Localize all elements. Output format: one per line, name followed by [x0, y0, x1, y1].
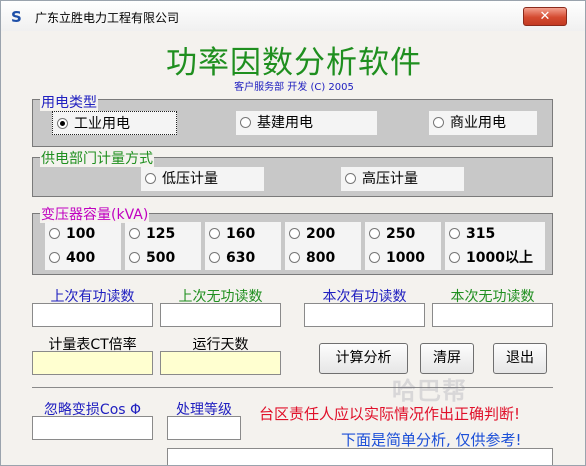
radio-usage-commercial[interactable]: 商业用电	[429, 111, 537, 135]
calculate-button[interactable]: 计算分析	[319, 343, 408, 374]
radio-capacity-250[interactable]: 250	[365, 222, 441, 246]
app-window: S 广东立胜电力工程有限公司 ✕ 功率因数分析软件 客户服务部 开发 (C) 2…	[0, 0, 586, 466]
radio-unchecked-icon	[449, 227, 460, 239]
radio-unchecked-icon	[129, 251, 140, 263]
radio-capacity-100[interactable]: 100	[45, 222, 121, 246]
radio-unchecked-icon	[240, 116, 251, 128]
radio-unchecked-icon	[369, 227, 380, 239]
radio-capacity-400[interactable]: 400	[45, 246, 121, 270]
current-reactive-input[interactable]	[432, 303, 553, 327]
usage-type-label: 用电类型	[40, 95, 98, 111]
radio-unchecked-icon	[369, 251, 380, 263]
radio-usage-construction[interactable]: 基建用电	[236, 111, 377, 135]
divider	[32, 387, 553, 388]
radio-checked-icon	[57, 117, 68, 129]
last-reactive-input[interactable]	[160, 303, 281, 327]
radio-capacity-1000[interactable]: 1000	[365, 246, 441, 270]
radio-unchecked-icon	[289, 227, 300, 239]
radio-unchecked-icon	[433, 116, 444, 128]
radio-unchecked-icon	[49, 227, 60, 239]
page-title: 功率因数分析软件	[166, 45, 422, 81]
level-input[interactable]	[167, 416, 241, 440]
radio-capacity-125[interactable]: 125	[125, 222, 201, 246]
info-text: 下面是简单分析, 仅供参考!	[341, 431, 522, 449]
warning-text: 台区责任人应以实际情况作出正确判断!	[259, 405, 521, 423]
radio-unchecked-icon	[209, 227, 220, 239]
analysis-output[interactable]	[167, 448, 553, 465]
radio-unchecked-icon	[49, 251, 60, 263]
radio-usage-industrial[interactable]: 工业用电	[52, 111, 177, 135]
radio-capacity-630[interactable]: 630	[205, 246, 281, 270]
radio-capacity-800[interactable]: 800	[285, 246, 361, 270]
watermark: 哈巴帮	[392, 377, 467, 405]
clear-button[interactable]: 清屏	[420, 343, 474, 374]
metering-label: 供电部门计量方式	[40, 151, 154, 167]
radio-unchecked-icon	[345, 172, 356, 184]
radio-capacity-200[interactable]: 200	[285, 222, 361, 246]
radio-capacity-500[interactable]: 500	[125, 246, 201, 270]
current-active-input[interactable]	[304, 303, 425, 327]
radio-unchecked-icon	[449, 251, 460, 263]
radio-capacity-160[interactable]: 160	[205, 222, 281, 246]
radio-capacity-315[interactable]: 315	[445, 222, 545, 246]
radio-unchecked-icon	[289, 251, 300, 263]
run-days-input[interactable]	[160, 351, 281, 375]
app-logo-icon: S	[11, 8, 22, 26]
radio-metering-high[interactable]: 高压计量	[341, 167, 464, 191]
radio-unchecked-icon	[145, 172, 156, 184]
radio-unchecked-icon	[129, 227, 140, 239]
radio-metering-low[interactable]: 低压计量	[141, 167, 264, 191]
close-button[interactable]: ✕	[523, 7, 567, 26]
ct-ratio-input[interactable]	[32, 351, 153, 375]
window-title: 广东立胜电力工程有限公司	[35, 11, 180, 25]
ignore-cos-input[interactable]	[32, 416, 153, 440]
last-active-input[interactable]	[32, 303, 153, 327]
radio-unchecked-icon	[209, 251, 220, 263]
title-bar: S 广东立胜电力工程有限公司 ✕	[1, 1, 585, 31]
capacity-label: 变压器容量(kVA)	[40, 207, 150, 223]
exit-button[interactable]: 退出	[493, 343, 547, 374]
radio-capacity-1000plus[interactable]: 1000以上	[445, 246, 545, 270]
page-subtitle: 客户服务部 开发 (C) 2005	[234, 82, 354, 93]
